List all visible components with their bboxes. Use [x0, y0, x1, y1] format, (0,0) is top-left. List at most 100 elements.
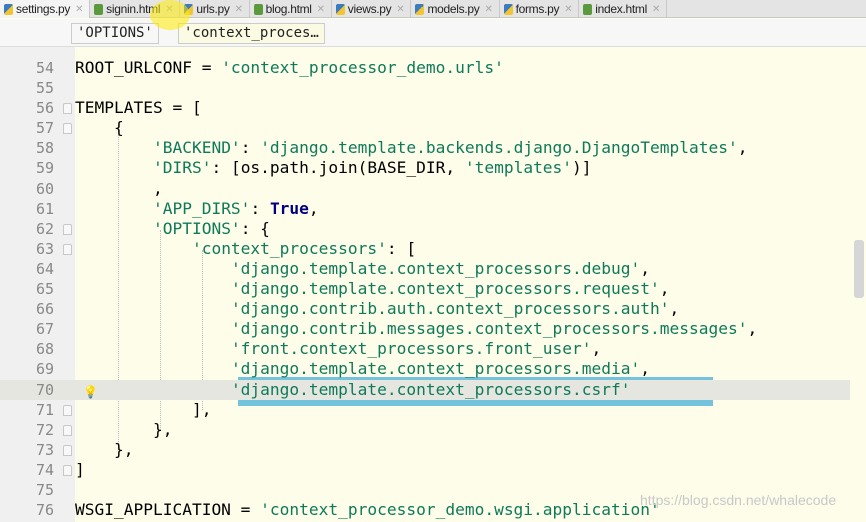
tab-views-py[interactable]: views.py ✕	[332, 0, 412, 18]
tab-label: forms.py	[515, 2, 560, 16]
code-token: 'django.template.context_processors.medi…	[230, 359, 641, 379]
code-editor[interactable]: 54 ROOT_URLCONF = 'context_processor_demo…	[0, 58, 850, 520]
code-text: TEMPLATES = [	[75, 98, 202, 118]
code-token: ,	[737, 138, 748, 158]
fold-marker-icon[interactable]	[63, 424, 72, 436]
html-file-icon	[253, 3, 263, 15]
code-token: 'DIRS'	[152, 158, 212, 178]
code-text: ],	[75, 399, 212, 420]
code-text: 'front.context_processors.front_user',	[75, 339, 601, 359]
code-line[interactable]: 61 'APP_DIRS': True,	[0, 199, 850, 219]
code-text: 'django.contrib.messages.context_process…	[75, 319, 757, 339]
line-number: 54	[35, 59, 54, 77]
code-line[interactable]: 71 ],	[0, 400, 850, 420]
code-token: 'django.template.context_processors.csrf…	[230, 379, 631, 399]
code-text: },	[75, 419, 173, 440]
code-text: ]	[75, 460, 85, 480]
code-text: 'BACKEND': 'django.template.backends.dja…	[75, 138, 748, 158]
code-token: 'django.contrib.messages.context_process…	[230, 319, 748, 339]
code-line[interactable]: 69 'django.template.context_processors.m…	[0, 359, 850, 379]
code-text: ROOT_URLCONF = 'context_processor_demo.u…	[75, 58, 504, 78]
tab-label: views.py	[347, 2, 392, 16]
code-line[interactable]: 68 'front.context_processors.front_user'…	[0, 339, 850, 359]
code-token: :	[250, 198, 270, 218]
fold-marker-icon[interactable]	[63, 243, 72, 255]
fold-marker-icon[interactable]	[63, 223, 72, 235]
tab-forms-py[interactable]: forms.py ✕	[500, 0, 580, 18]
fold-marker-icon[interactable]	[63, 444, 72, 456]
close-icon[interactable]: ✕	[396, 4, 404, 15]
line-number: 76	[35, 501, 54, 520]
breadcrumb-options[interactable]: 'OPTIONS'	[71, 23, 159, 44]
tab-urls-py[interactable]: urls.py ✕	[180, 0, 250, 18]
close-icon[interactable]: ✕	[652, 4, 660, 15]
close-icon[interactable]: ✕	[75, 4, 83, 15]
code-line[interactable]: 70 💡 'django.template.context_processors.…	[0, 379, 850, 400]
py-file-icon	[4, 3, 13, 15]
line-number: 55	[35, 79, 54, 98]
code-token: ],	[75, 399, 212, 419]
fold-marker-icon[interactable]	[63, 464, 72, 476]
code-line[interactable]: 59 'DIRS': [os.path.join(BASE_DIR, 'temp…	[0, 158, 850, 178]
line-number: 64	[35, 259, 54, 278]
line-number: 60	[35, 179, 54, 198]
code-line[interactable]: 58 'BACKEND': 'django.template.backends.…	[0, 138, 850, 158]
tab-label: settings.py	[16, 2, 71, 16]
code-line[interactable]: 73 },	[0, 440, 850, 460]
line-number: 72	[35, 420, 54, 439]
code-line[interactable]: 56 TEMPLATES = [	[0, 98, 850, 118]
code-line[interactable]: 63 'context_processors': [	[0, 239, 850, 259]
fold-marker-icon[interactable]	[63, 123, 72, 135]
code-text: 'django.contrib.auth.context_processors.…	[75, 299, 679, 319]
code-line[interactable]: 60 ,	[0, 179, 850, 199]
close-icon[interactable]: ✕	[235, 4, 243, 15]
code-line[interactable]: 66 'django.contrib.auth.context_processo…	[0, 299, 850, 319]
code-token: ,	[591, 339, 602, 359]
code-token: 'OPTIONS'	[152, 218, 241, 238]
code-line[interactable]: 54 ROOT_URLCONF = 'context_processor_demo…	[0, 58, 850, 78]
tab-models-py[interactable]: models.py ✕	[411, 0, 500, 18]
code-token: },	[75, 439, 134, 459]
code-line[interactable]: 74]	[0, 460, 850, 480]
tab-index-html[interactable]: index.html ✕	[579, 0, 668, 18]
code-token: 'APP_DIRS'	[152, 198, 251, 218]
line-number: 65	[35, 280, 54, 299]
close-icon[interactable]: ✕	[564, 4, 572, 15]
close-icon[interactable]: ✕	[484, 4, 492, 15]
code-line[interactable]: 67 'django.contrib.messages.context_proc…	[0, 319, 850, 339]
code-token: },	[75, 419, 173, 439]
code-text: 'django.template.context_processors.debu…	[75, 259, 650, 279]
code-token: :	[240, 138, 261, 158]
code-token: : {	[240, 218, 270, 238]
close-icon[interactable]: ✕	[317, 4, 325, 15]
code-text: 'APP_DIRS': True,	[75, 199, 319, 219]
code-token: 'context_processor_demo.urls'	[221, 58, 504, 77]
fold-marker-icon[interactable]	[63, 404, 72, 416]
code-line[interactable]: 64 'django.template.context_processors.d…	[0, 259, 850, 279]
py-file-icon	[503, 3, 513, 15]
code-line[interactable]: 55	[0, 78, 850, 98]
fold-marker-icon[interactable]	[63, 103, 72, 115]
code-token: 'BACKEND'	[152, 138, 241, 158]
code-token: True	[269, 198, 309, 218]
line-number: 63	[35, 239, 54, 258]
vertical-scrollbar[interactable]	[854, 240, 864, 298]
code-token: : [os.path.join(BASE_DIR,	[211, 158, 465, 178]
breadcrumb-context-processors[interactable]: 'context_proces…	[178, 23, 325, 44]
tab-blog-html[interactable]: blog.html ✕	[250, 0, 332, 18]
code-token: )]	[572, 158, 592, 178]
code-token: 'django.template.backends.django.DjangoT…	[260, 138, 738, 158]
tab-settings-py[interactable]: settings.py ✕	[0, 0, 91, 18]
code-token: ,	[669, 299, 680, 319]
code-line[interactable]: 62 'OPTIONS': {	[0, 219, 850, 239]
code-line[interactable]: 72 },	[0, 420, 850, 440]
code-line[interactable]: 57 {	[0, 118, 850, 138]
line-number: 57	[35, 119, 54, 138]
code-line[interactable]: 65 'django.template.context_processors.r…	[0, 279, 850, 299]
